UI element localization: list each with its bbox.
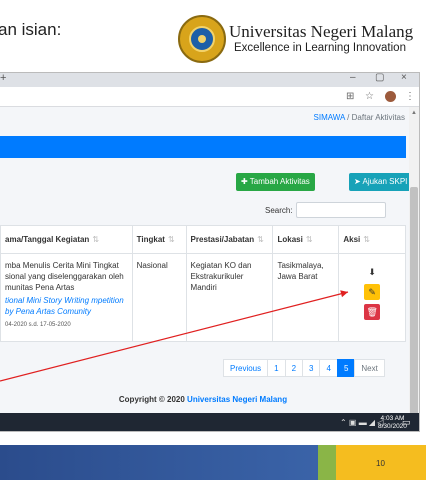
- address-bar[interactable]: ⊞ ☆ ⋮: [0, 87, 419, 107]
- browser-tab-strip: + – ▢ ×: [0, 73, 419, 87]
- lokasi-cell: Tasikmalaya, Jawa Barat: [272, 253, 340, 342]
- close-icon[interactable]: ×: [401, 73, 407, 83]
- maximize-icon[interactable]: ▢: [375, 73, 384, 83]
- pagination: Previous 1 2 3 4 5 Next: [223, 359, 385, 377]
- translate-icon[interactable]: ⊞: [346, 91, 354, 102]
- card-header-bar: [0, 136, 406, 158]
- search-label: Search:: [265, 206, 293, 215]
- kegiatan-cell: mba Menulis Cerita Mini Tingkat sional y…: [0, 253, 133, 342]
- page-scrollbar[interactable]: ▲: [409, 107, 419, 431]
- send-icon: ➤: [354, 177, 361, 186]
- browser-screenshot: + – ▢ × ⊞ ☆ ⋮ SIMAWA / Daftar Aktivitas …: [0, 72, 420, 432]
- minimize-icon[interactable]: –: [350, 73, 356, 83]
- footer-link[interactable]: Universitas Negeri Malang: [187, 395, 287, 404]
- prestasi-cell: Kegiatan KO dan Ekstrakurikuler Mandiri: [185, 253, 274, 342]
- plus-icon: ✚: [241, 177, 248, 186]
- column-header-aksi[interactable]: Aksi ⇅: [338, 225, 406, 254]
- pagination-previous[interactable]: Previous: [223, 359, 269, 377]
- tingkat-cell: Nasional: [131, 253, 187, 342]
- pagination-page-1[interactable]: 1: [267, 359, 286, 377]
- university-tagline: Excellence in Learning Innovation: [234, 42, 406, 54]
- add-activity-button[interactable]: ✚ Tambah Aktivitas: [236, 173, 315, 191]
- download-icon[interactable]: ⬇: [364, 264, 380, 280]
- column-header-kegiatan[interactable]: ama/Tanggal Kegiatan ⇅: [0, 225, 133, 254]
- star-icon[interactable]: ☆: [365, 91, 374, 102]
- table-header-row: ama/Tanggal Kegiatan ⇅ Tingkat ⇅ Prestasi/…: [0, 225, 406, 254]
- column-header-prestasi[interactable]: Prestasi/Jabatan ⇅: [185, 225, 274, 254]
- scrollbar-thumb[interactable]: [410, 187, 418, 431]
- pagination-page-4[interactable]: 4: [319, 359, 338, 377]
- column-header-lokasi[interactable]: Lokasi ⇅: [272, 225, 340, 254]
- profile-avatar[interactable]: [385, 91, 396, 102]
- submit-skpi-button[interactable]: ➤ Ajukan SKPI: [349, 173, 413, 191]
- breadcrumb-separator: /: [347, 113, 350, 122]
- university-logo: [178, 15, 226, 63]
- pagination-page-5[interactable]: 5: [336, 359, 356, 377]
- page-footer: Copyright © 2020 Universitas Negeri Mala…: [118, 395, 288, 404]
- slide-footer-green: [318, 445, 336, 480]
- scroll-up-icon[interactable]: ▲: [411, 110, 417, 116]
- breadcrumb: SIMAWA / Daftar Aktivitas: [314, 113, 405, 122]
- edit-icon[interactable]: ✎: [364, 284, 381, 300]
- menu-dots-icon[interactable]: ⋮: [405, 91, 415, 102]
- aksi-cell: ⬇ ✎ 🗑: [338, 253, 406, 342]
- university-name: Universitas Negeri Malang: [229, 22, 414, 41]
- table-row: mba Menulis Cerita Mini Tingkat sional y…: [0, 253, 406, 342]
- pagination-next[interactable]: Next: [354, 359, 385, 377]
- slide: an isian: Universitas Negeri Malang Exce…: [0, 0, 426, 480]
- activity-table: ama/Tanggal Kegiatan ⇅ Tingkat ⇅ Prestasi/…: [0, 225, 406, 342]
- slide-number: 10: [376, 459, 385, 468]
- new-tab-button[interactable]: +: [0, 73, 6, 84]
- delete-icon[interactable]: 🗑: [364, 304, 381, 320]
- breadcrumb-root[interactable]: SIMAWA: [314, 113, 345, 122]
- slide-footer-blue: [0, 445, 318, 480]
- slide-header-text: an isian:: [0, 20, 62, 39]
- system-tray-icons[interactable]: ⌃ ▣ ▬ ◢ ◁: [340, 418, 383, 427]
- pagination-page-2[interactable]: 2: [284, 359, 304, 377]
- search-input[interactable]: [296, 202, 386, 218]
- notification-icon[interactable]: ▭: [402, 417, 411, 428]
- breadcrumb-current: Daftar Aktivitas: [351, 113, 405, 122]
- column-header-tingkat[interactable]: Tingkat ⇅: [131, 225, 187, 254]
- windows-taskbar: ⌃ ▣ ▬ ◢ ◁ 4:03 AM 8/30/2020 ▭: [0, 413, 419, 431]
- pagination-page-3[interactable]: 3: [302, 359, 321, 377]
